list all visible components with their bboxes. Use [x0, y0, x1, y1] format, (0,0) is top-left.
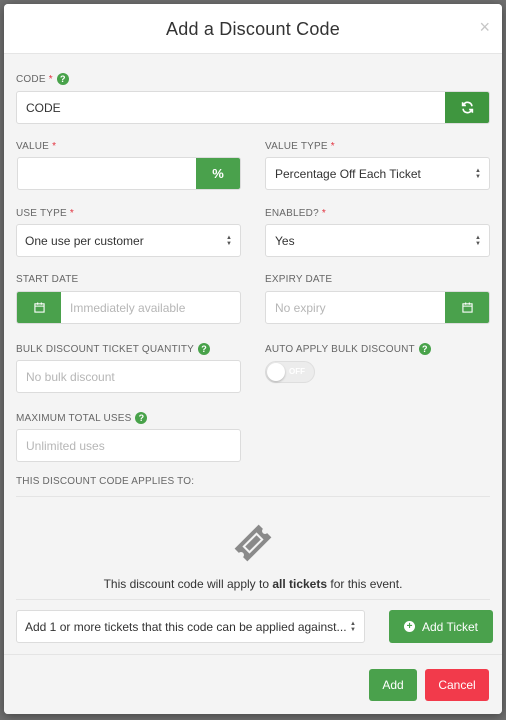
plus-circle-icon: +	[403, 621, 415, 632]
modal-title: Add a Discount Code	[166, 19, 340, 39]
value-type-label-text: VALUE TYPE	[265, 141, 328, 152]
bulk-quantity-label: BULK DISCOUNT TICKET QUANTITY ?	[16, 343, 211, 355]
expiry-date-label: EXPIRY DATE	[265, 274, 332, 285]
expiry-date-label-text: EXPIRY DATE	[265, 274, 333, 285]
help-icon[interactable]: ?	[418, 343, 431, 355]
bulk-quantity-field	[16, 360, 241, 393]
use-type-selected: One use per customer	[25, 233, 144, 248]
auto-apply-label: AUTO APPLY BULK DISCOUNT ?	[265, 343, 431, 355]
toggle-knob	[267, 363, 285, 381]
refresh-icon	[461, 101, 473, 114]
required-marker: *	[330, 141, 335, 152]
cancel-button[interactable]: Cancel	[425, 669, 489, 701]
use-type-select[interactable]: One use per customer ▲ ▼	[16, 224, 241, 257]
applies-heading: THIS DISCOUNT CODE APPLIES TO:	[16, 476, 194, 487]
value-label: VALUE *	[16, 141, 56, 152]
enabled-label-text: ENABLED?	[265, 208, 319, 219]
add-ticket-label: Add Ticket	[421, 619, 479, 634]
expiry-date-calendar-button[interactable]	[445, 292, 489, 323]
code-field	[16, 91, 490, 124]
value-input[interactable]	[18, 158, 196, 189]
required-marker: *	[321, 208, 326, 219]
select-arrows-icon: ▲ ▼	[475, 167, 481, 180]
enabled-selected: Yes	[275, 233, 295, 248]
expiry-date-input[interactable]	[266, 292, 445, 323]
max-uses-label-text: MAXIMUM TOTAL USES	[16, 412, 132, 424]
start-date-field	[16, 291, 241, 324]
help-icon[interactable]: ?	[56, 73, 69, 85]
code-label: CODE * ?	[16, 73, 69, 85]
max-uses-field	[16, 429, 241, 462]
ticket-icon	[234, 524, 272, 562]
add-button[interactable]: Add	[369, 669, 417, 701]
applies-text-after: for this event.	[327, 577, 403, 591]
enabled-label: ENABLED? *	[265, 208, 326, 219]
value-label-text: VALUE	[16, 141, 50, 152]
value-field: %	[17, 157, 241, 190]
max-uses-input[interactable]	[17, 430, 240, 461]
ticket-select[interactable]: Add 1 or more tickets that this code can…	[16, 610, 365, 643]
calendar-icon	[461, 302, 473, 313]
applies-heading-text: THIS DISCOUNT CODE APPLIES TO:	[16, 476, 195, 487]
percent-addon: %	[196, 158, 240, 189]
close-icon[interactable]: ×	[479, 17, 490, 38]
value-type-label: VALUE TYPE *	[265, 141, 335, 152]
select-arrows-icon: ▲ ▼	[226, 234, 232, 247]
required-marker: *	[69, 208, 74, 219]
expiry-date-field	[265, 291, 490, 324]
toggle-state-text: OFF	[289, 367, 305, 376]
select-arrows-icon: ▲ ▼	[350, 620, 356, 633]
applies-description: This discount code will apply to all tic…	[4, 577, 502, 591]
start-date-input[interactable]	[61, 292, 240, 323]
start-date-calendar-button[interactable]	[17, 292, 61, 323]
bulk-quantity-input[interactable]	[17, 361, 240, 392]
start-date-label: START DATE	[16, 274, 78, 285]
value-type-select[interactable]: Percentage Off Each Ticket ▲ ▼	[265, 157, 490, 190]
value-type-selected: Percentage Off Each Ticket	[275, 166, 421, 181]
help-icon[interactable]: ?	[198, 343, 211, 355]
code-input[interactable]	[17, 92, 445, 123]
start-date-label-text: START DATE	[16, 274, 79, 285]
select-arrows-icon: ▲ ▼	[475, 234, 481, 247]
auto-apply-toggle[interactable]: OFF	[265, 361, 315, 383]
ticket-select-selected: Add 1 or more tickets that this code can…	[25, 619, 346, 634]
use-type-label-text: USE TYPE	[16, 208, 67, 219]
regenerate-code-button[interactable]	[445, 92, 489, 123]
help-icon[interactable]: ?	[135, 412, 148, 424]
applies-text-before: This discount code will apply to	[103, 577, 273, 591]
use-type-label: USE TYPE *	[16, 208, 74, 219]
add-ticket-button[interactable]: + Add Ticket	[389, 610, 493, 643]
code-label-text: CODE	[16, 73, 46, 85]
max-uses-label: MAXIMUM TOTAL USES ?	[16, 412, 148, 424]
auto-apply-label-text: AUTO APPLY BULK DISCOUNT	[265, 343, 415, 355]
section-divider	[16, 599, 490, 600]
calendar-icon	[33, 302, 45, 313]
modal-header: Add a Discount Code ×	[4, 4, 502, 54]
required-marker: *	[48, 73, 53, 85]
applies-text-bold: all tickets	[272, 577, 328, 591]
enabled-select[interactable]: Yes ▲ ▼	[265, 224, 490, 257]
bulk-quantity-label-text: BULK DISCOUNT TICKET QUANTITY	[16, 343, 195, 355]
section-divider	[16, 496, 490, 497]
discount-code-modal: Add a Discount Code × CODE * ? VALUE * %…	[4, 4, 502, 714]
required-marker: *	[52, 141, 57, 152]
